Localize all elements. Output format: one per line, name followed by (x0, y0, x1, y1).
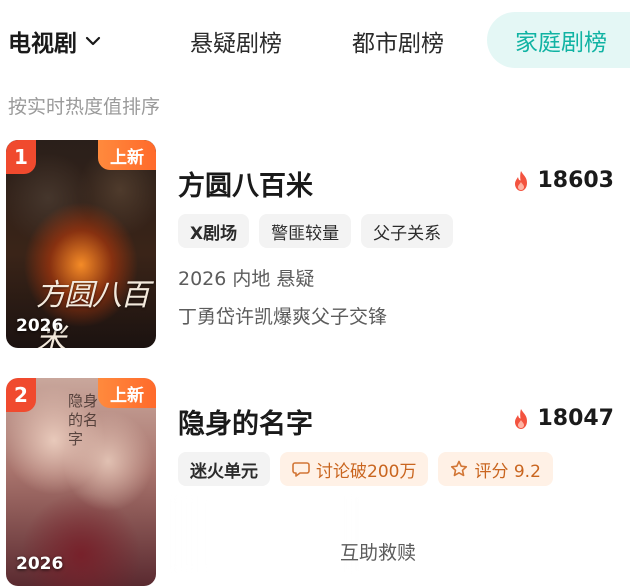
heat-score: 18603 (511, 168, 614, 193)
tag-theme[interactable]: 父子关系 (361, 214, 454, 248)
tag-rating-label: 评分 9.2 (474, 461, 541, 482)
tab-family-chart-label: 家庭剧榜 (515, 30, 607, 56)
tab-urban-chart[interactable]: 都市剧榜 (352, 24, 444, 58)
show-meta: 2026 内地 悬疑 (178, 268, 315, 290)
poster-year: 2026 (16, 316, 64, 336)
blurred-overlay (170, 496, 360, 572)
rank-badge: 2 (6, 378, 36, 412)
star-badge-icon (451, 460, 468, 477)
poster-year: 2026 (16, 554, 64, 574)
category-dropdown-label: 电视剧 (8, 31, 77, 57)
list-item[interactable]: 方圆八百米 1 上新 2026 方圆八百米 18603 X剧场 警匪较量 父子关… (0, 140, 630, 350)
show-description: 丁勇岱许凯爆爽父子交锋 (178, 306, 388, 328)
list-item[interactable]: 隐身的名字 2 上新 2026 隐身的名字 18047 迷火单元 讨论破200万… (0, 378, 630, 588)
category-tab-bar: 电视剧 悬疑剧榜 都市剧榜 家庭剧榜 (0, 0, 630, 78)
category-dropdown[interactable]: 电视剧 (8, 24, 101, 58)
flame-icon (515, 408, 528, 429)
show-title[interactable]: 方圆八百米 (178, 164, 313, 203)
poster-title-art: 隐身的名字 (68, 392, 99, 448)
heat-value: 18047 (537, 406, 614, 431)
tag-theater[interactable]: X剧场 (178, 214, 250, 248)
tag-series-unit[interactable]: 迷火单元 (178, 452, 270, 486)
heat-score: 18047 (511, 406, 614, 431)
chevron-down-icon (85, 36, 101, 46)
tag-discussion[interactable]: 讨论破200万 (280, 452, 429, 486)
tag-row: X剧场 警匪较量 父子关系 (178, 214, 454, 248)
poster-image[interactable]: 方圆八百米 1 上新 2026 (6, 140, 156, 348)
tag-row: 迷火单元 讨论破200万 评分 9.2 (178, 452, 553, 486)
rank-badge: 1 (6, 140, 36, 174)
new-badge: 上新 (98, 378, 156, 408)
tab-suspense-chart[interactable]: 悬疑剧榜 (190, 24, 282, 58)
tag-genre[interactable]: 警匪较量 (259, 214, 352, 248)
poster-title-art: 方圆八百米 (36, 278, 150, 348)
sort-hint: 按实时热度值排序 (8, 96, 161, 118)
show-title[interactable]: 隐身的名字 (178, 402, 313, 441)
speech-bubble-icon (292, 462, 310, 477)
show-description: 互助救赎 (340, 542, 417, 564)
flame-icon (515, 170, 528, 191)
heat-value: 18603 (537, 168, 614, 193)
tag-rating[interactable]: 评分 9.2 (438, 452, 553, 486)
poster-image[interactable]: 隐身的名字 2 上新 2026 (6, 378, 156, 586)
new-badge: 上新 (98, 140, 156, 170)
tag-discussion-label: 讨论破200万 (316, 461, 417, 482)
tab-family-chart-active[interactable]: 家庭剧榜 (487, 12, 630, 68)
